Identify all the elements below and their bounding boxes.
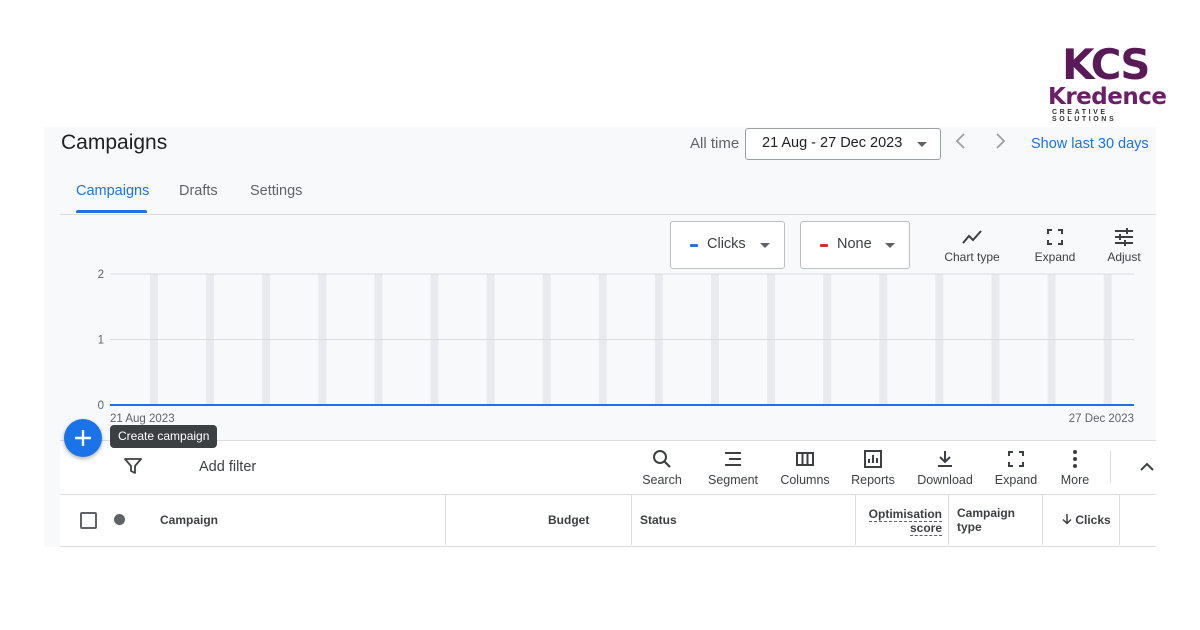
arrow-down-icon xyxy=(1062,514,1072,525)
add-filter-input[interactable]: Add filter xyxy=(199,459,256,475)
download-icon xyxy=(938,451,952,467)
date-range-value: 21 Aug - 27 Dec 2023 xyxy=(762,135,903,151)
select-all-checkbox[interactable] xyxy=(80,512,97,529)
columns-label: Columns xyxy=(780,473,830,487)
chart-type-button[interactable]: Chart type xyxy=(941,228,1003,264)
download-label: Download xyxy=(917,473,973,487)
expand-icon xyxy=(1008,451,1024,467)
logo-mark: KCS xyxy=(1062,40,1151,89)
create-campaign-tooltip: Create campaign xyxy=(110,425,218,448)
search-button[interactable]: Search xyxy=(640,449,684,487)
column-header-clicks[interactable]: Clicks xyxy=(1062,513,1111,527)
x-tick-label-start: 21 Aug 2023 xyxy=(110,413,175,425)
show-last-30-days-link[interactable]: Show last 30 days xyxy=(1031,136,1149,152)
columns-icon xyxy=(796,452,814,466)
optimisation-label-line1: Optimisation xyxy=(868,507,942,522)
expand-label: Expand xyxy=(994,473,1038,487)
y-tick-label: 2 xyxy=(98,269,104,281)
download-button[interactable]: Download xyxy=(916,449,974,487)
type-label-line2: type xyxy=(957,520,982,534)
segment-icon xyxy=(725,452,741,466)
column-header-campaign[interactable]: Campaign xyxy=(160,513,218,527)
toolbar-divider xyxy=(1110,451,1111,483)
active-tab-indicator xyxy=(76,210,147,213)
tab-settings[interactable]: Settings xyxy=(250,183,302,199)
column-header-budget[interactable]: Budget xyxy=(548,513,589,527)
metric-color-swatch xyxy=(690,244,698,247)
x-tick-label-end: 27 Dec 2023 xyxy=(1069,413,1134,425)
logo-tagline: CREATIVE SOLUTIONS xyxy=(1052,109,1117,123)
type-label-line1: Campaign xyxy=(957,506,1016,520)
column-header-campaign-type[interactable]: Campaign type xyxy=(957,506,1015,534)
create-campaign-button[interactable] xyxy=(64,419,102,457)
clicks-chart: 2 1 0 21 Aug 2023 27 Dec 2023 xyxy=(98,269,1134,425)
metric-label: Clicks xyxy=(707,236,746,252)
kredence-logo: KCS Kredence CREATIVE SOLUTIONS xyxy=(1040,40,1175,123)
search-label: Search xyxy=(642,473,682,487)
y-tick-label: 1 xyxy=(98,335,104,347)
logo-name: Kredence xyxy=(1048,84,1167,110)
line-chart-icon xyxy=(962,230,982,244)
filter-button[interactable] xyxy=(124,458,142,480)
sliders-icon xyxy=(1115,228,1133,246)
next-period-button[interactable] xyxy=(993,132,1007,156)
column-header-optimisation-score[interactable]: Optimisation score xyxy=(862,507,942,536)
clicks-header-label: Clicks xyxy=(1075,513,1111,527)
metric-color-swatch xyxy=(820,244,828,247)
tabs-divider xyxy=(60,214,1156,215)
chevron-down-icon xyxy=(885,243,895,248)
columns-button[interactable]: Columns xyxy=(778,449,832,487)
expand-icon xyxy=(1047,229,1063,245)
y-tick-label: 0 xyxy=(98,400,104,412)
chevron-right-icon xyxy=(996,133,1006,149)
page-title: Campaigns xyxy=(61,131,168,154)
more-button[interactable]: More xyxy=(1056,449,1094,487)
tab-drafts[interactable]: Drafts xyxy=(179,183,218,199)
chart-expand-button[interactable]: Expand xyxy=(1032,228,1078,264)
metric-label: None xyxy=(837,236,872,252)
filter-icon xyxy=(124,458,142,474)
plus-icon xyxy=(75,430,91,446)
collapse-button[interactable] xyxy=(1139,459,1155,477)
chevron-down-icon xyxy=(917,142,927,147)
chevron-up-icon xyxy=(1140,462,1154,471)
search-icon xyxy=(653,450,671,468)
reports-button[interactable]: Reports xyxy=(849,449,897,487)
segment-label: Segment xyxy=(707,473,759,487)
more-vert-icon xyxy=(1073,450,1077,468)
optimisation-label-line2: score xyxy=(909,521,942,536)
chevron-left-icon xyxy=(955,133,965,149)
reports-icon xyxy=(864,450,882,468)
date-range-picker[interactable]: 21 Aug - 27 Dec 2023 xyxy=(745,128,941,160)
reports-label: Reports xyxy=(851,473,895,487)
more-label: More xyxy=(1060,473,1090,487)
table-expand-button[interactable]: Expand xyxy=(993,449,1039,487)
status-dot-icon xyxy=(114,514,125,525)
chart-adjust-button[interactable]: Adjust xyxy=(1104,228,1144,264)
segment-button[interactable]: Segment xyxy=(706,449,760,487)
column-header-status[interactable]: Status xyxy=(640,513,677,527)
tab-campaigns[interactable]: Campaigns xyxy=(76,183,149,199)
chevron-down-icon xyxy=(760,243,770,248)
range-label: All time xyxy=(690,135,740,152)
previous-period-button[interactable] xyxy=(954,132,968,156)
header-cell-budget xyxy=(445,494,632,545)
